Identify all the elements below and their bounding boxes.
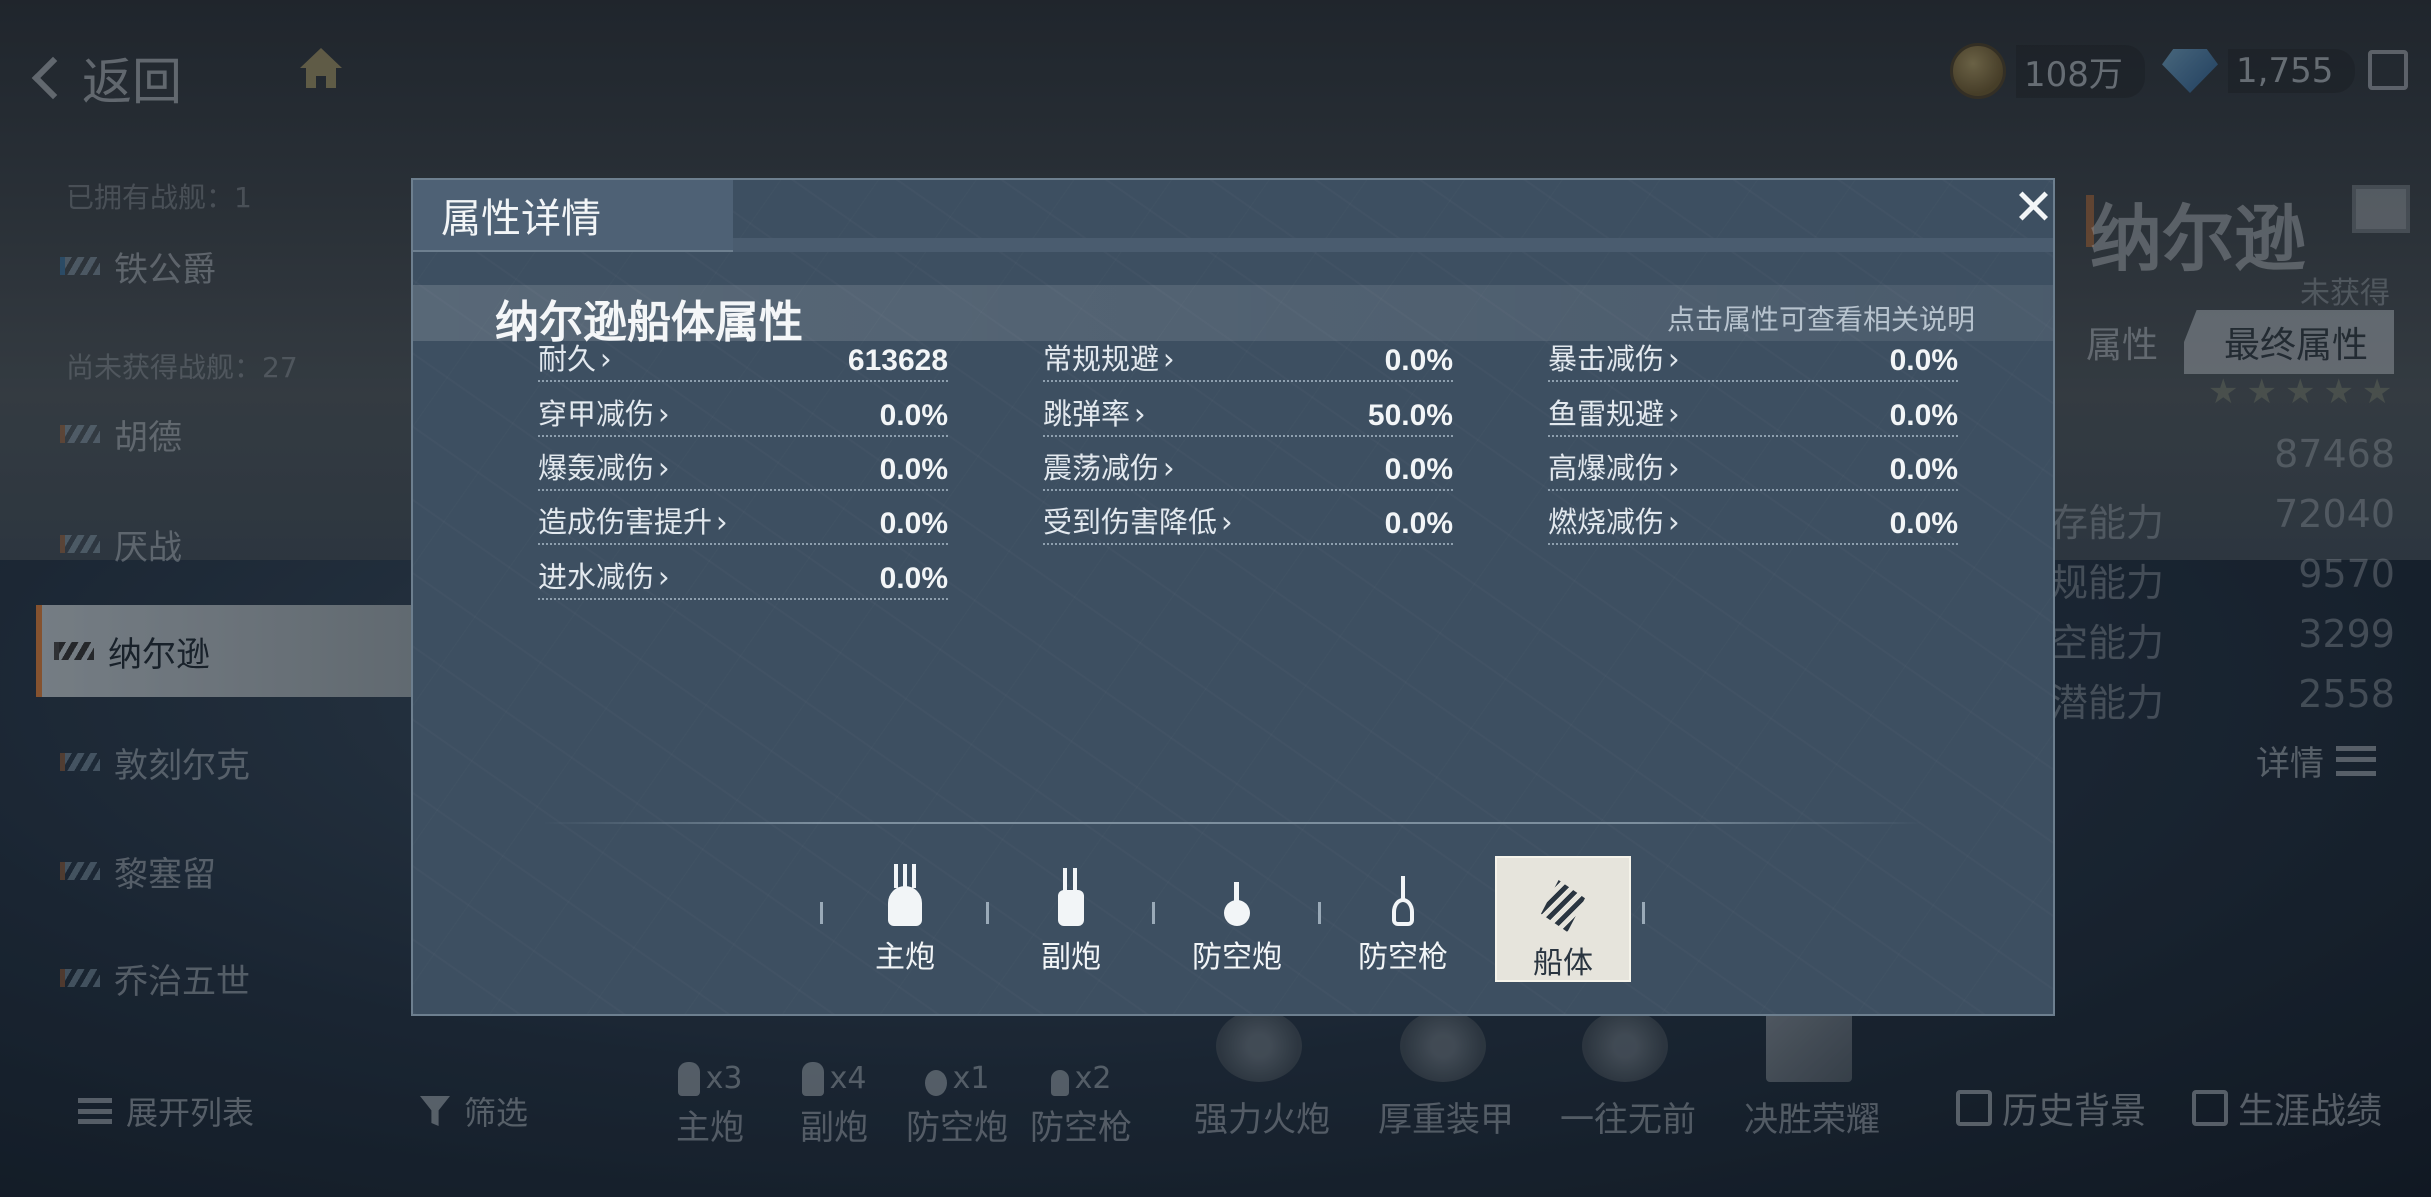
attribute-row[interactable]: 造成伤害提升0.0%: [538, 505, 948, 545]
tab-separator: [820, 902, 823, 924]
attribute-row[interactable]: 常规规避0.0%: [1043, 342, 1453, 382]
attribute-value: 0.0%: [879, 562, 948, 595]
tab-label: 防空枪: [1358, 940, 1448, 975]
attribute-row[interactable]: 跳弹率50.0%: [1043, 397, 1453, 437]
secondary-gun-icon: [1058, 868, 1084, 926]
attribute-row[interactable]: 进水减伤0.0%: [538, 560, 948, 600]
attribute-value: 50.0%: [1367, 399, 1453, 432]
attribute-value: 0.0%: [879, 453, 948, 486]
aa-machine-gun-icon: [1392, 876, 1414, 926]
dialog-header: 属性详情: [413, 180, 733, 252]
attribute-label: 震荡减伤: [1043, 445, 1175, 487]
tab-aa-gun[interactable]: 防空炮: [1169, 856, 1305, 976]
section-hint: 点击属性可查看相关说明: [1667, 303, 1976, 336]
tab-secondary-gun[interactable]: 副炮: [1003, 856, 1139, 976]
attribute-value: 0.0%: [879, 399, 948, 432]
attribute-row[interactable]: 爆轰减伤0.0%: [538, 451, 948, 491]
tab-label: 防空炮: [1192, 940, 1282, 975]
attribute-row[interactable]: 受到伤害降低0.0%: [1043, 505, 1453, 545]
attribute-label: 耐久: [538, 336, 612, 378]
attribute-label: 跳弹率: [1043, 391, 1146, 433]
attribute-value: 613628: [847, 344, 948, 377]
dialog-title: 属性详情: [441, 196, 601, 242]
tab-separator: [1318, 902, 1321, 924]
aa-gun-icon: [1224, 882, 1250, 926]
attribute-row[interactable]: 耐久613628: [538, 342, 948, 382]
attribute-value: 0.0%: [1384, 507, 1453, 540]
attribute-label: 穿甲减伤: [538, 391, 670, 433]
attribute-label: 高爆减伤: [1548, 445, 1680, 487]
attribute-label: 常规规避: [1043, 336, 1175, 378]
attribute-row[interactable]: 暴击减伤0.0%: [1548, 342, 1958, 382]
divider: [543, 822, 1923, 824]
attribute-value: 0.0%: [879, 507, 948, 540]
attribute-label: 受到伤害降低: [1043, 499, 1233, 541]
tab-aa-machine-gun[interactable]: 防空枪: [1335, 856, 1471, 976]
attribute-value: 0.0%: [1889, 344, 1958, 377]
attribute-row[interactable]: 燃烧减伤0.0%: [1548, 505, 1958, 545]
attribute-label: 爆轰减伤: [538, 445, 670, 487]
attribute-row[interactable]: 鱼雷规避0.0%: [1548, 397, 1958, 437]
close-icon[interactable]: [2013, 186, 2053, 226]
attribute-value: 0.0%: [1384, 453, 1453, 486]
hull-icon: [1541, 880, 1585, 932]
attribute-label: 造成伤害提升: [538, 499, 728, 541]
tab-hull[interactable]: 船体: [1495, 856, 1631, 982]
attribute-detail-dialog: 属性详情 纳尔逊船体属性 点击属性可查看相关说明 耐久613628常规规避0.0…: [411, 178, 2055, 1016]
attribute-label: 进水减伤: [538, 554, 670, 596]
tab-label: 主炮: [875, 940, 935, 975]
attribute-label: 鱼雷规避: [1548, 391, 1680, 433]
tab-separator: [1152, 902, 1155, 924]
attribute-label: 燃烧减伤: [1548, 499, 1680, 541]
main-gun-icon: [888, 864, 922, 926]
attribute-value: 0.0%: [1889, 453, 1958, 486]
tab-separator: [986, 902, 989, 924]
attribute-row[interactable]: 高爆减伤0.0%: [1548, 451, 1958, 491]
tab-label: 船体: [1533, 946, 1593, 981]
attribute-row[interactable]: 震荡减伤0.0%: [1043, 451, 1453, 491]
attribute-value: 0.0%: [1889, 399, 1958, 432]
attribute-value: 0.0%: [1384, 344, 1453, 377]
tab-separator: [1642, 902, 1645, 924]
tab-main-gun[interactable]: 主炮: [837, 856, 973, 976]
attribute-label: 暴击减伤: [1548, 336, 1680, 378]
tab-label: 副炮: [1041, 940, 1101, 975]
attribute-value: 0.0%: [1889, 507, 1958, 540]
attribute-row[interactable]: 穿甲减伤0.0%: [538, 397, 948, 437]
